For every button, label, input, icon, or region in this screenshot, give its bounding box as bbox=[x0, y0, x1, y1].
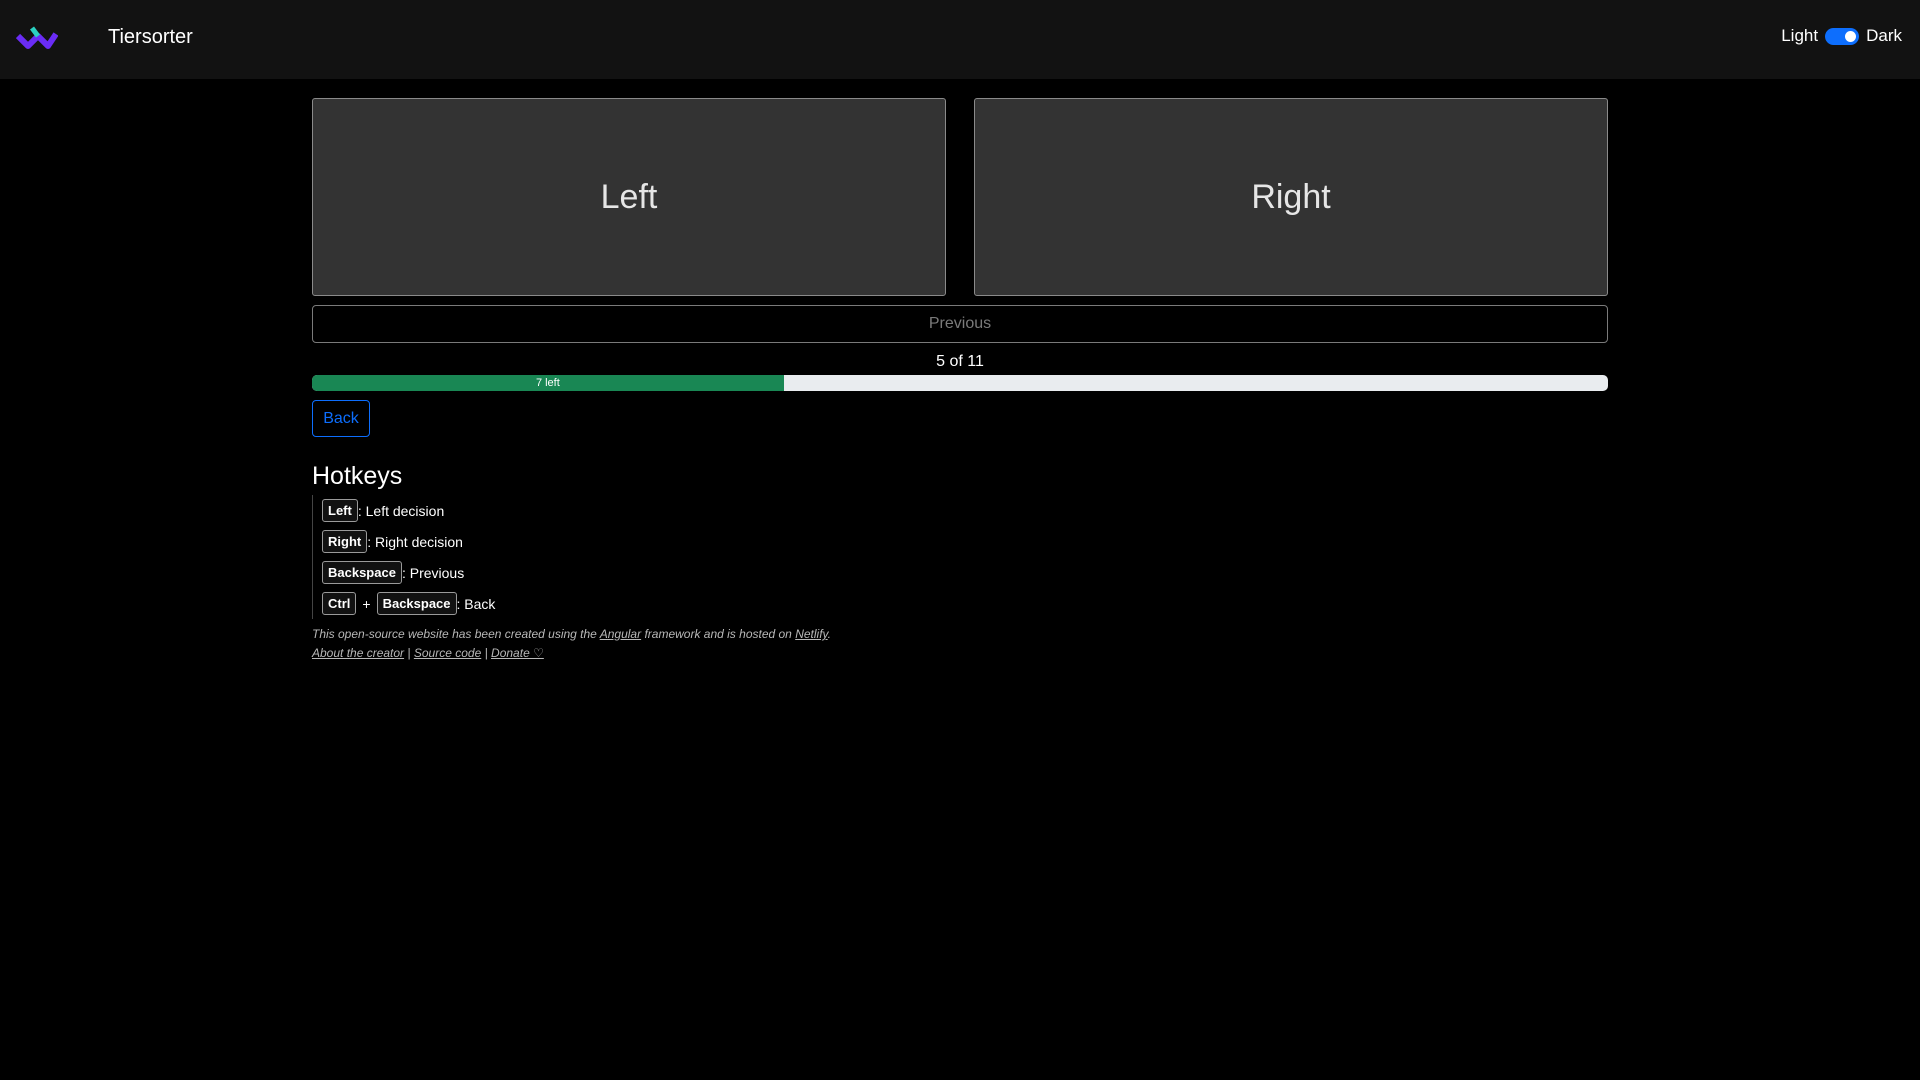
footer-separator: | bbox=[481, 646, 492, 660]
footer-credits: This open-source website has been create… bbox=[312, 625, 1608, 644]
tiersorter-logo-icon[interactable] bbox=[16, 22, 58, 56]
dark-mode-toggle[interactable] bbox=[1825, 27, 1860, 45]
footer-links: About the creator | Source code | Donate… bbox=[312, 644, 1608, 663]
progress-bar: 7 left bbox=[312, 375, 1608, 391]
hotkey-key: Ctrl bbox=[322, 592, 357, 615]
main-container: Left Right Previous 5 of 11 7 left Back … bbox=[312, 98, 1608, 663]
hotkeys-list: Left : Left decision Right : Right decis… bbox=[312, 495, 1608, 619]
hotkey-row: Backspace : Previous bbox=[322, 557, 1608, 588]
theme-switch: Light Dark bbox=[1781, 26, 1902, 46]
left-choice-button[interactable]: Left bbox=[312, 98, 946, 296]
about-creator-link[interactable]: About the creator bbox=[312, 646, 404, 660]
theme-dark-label: Dark bbox=[1866, 26, 1902, 45]
hotkey-desc: : Previous bbox=[401, 564, 465, 581]
footer-text: This open-source website has been create… bbox=[312, 627, 600, 641]
netlify-link[interactable]: Netlify bbox=[795, 627, 827, 641]
toggle-knob bbox=[1845, 30, 1857, 42]
hotkey-key: Backspace bbox=[322, 561, 402, 584]
navbar: Tiersorter Light Dark bbox=[0, 0, 1920, 79]
progress-fill: 7 left bbox=[312, 375, 784, 391]
hotkey-row: Right : Right decision bbox=[322, 526, 1608, 557]
footer: This open-source website has been create… bbox=[312, 625, 1608, 663]
source-code-link[interactable]: Source code bbox=[414, 646, 481, 660]
donate-link[interactable]: Donate ♡ bbox=[491, 646, 544, 660]
comparison-choices: Left Right bbox=[312, 98, 1608, 296]
hotkey-key: Right bbox=[322, 530, 368, 553]
back-button[interactable]: Back bbox=[312, 400, 370, 437]
angular-link[interactable]: Angular bbox=[600, 627, 641, 641]
previous-button[interactable]: Previous bbox=[312, 305, 1608, 343]
hotkey-row: Left : Left decision bbox=[322, 495, 1608, 526]
hotkey-plus: + bbox=[362, 595, 371, 612]
progress-count: 5 of 11 bbox=[936, 353, 984, 370]
hotkey-row: Ctrl + Backspace : Back bbox=[322, 588, 1608, 619]
hotkey-desc: : Right decision bbox=[367, 533, 463, 550]
hotkeys-heading: Hotkeys bbox=[312, 462, 403, 490]
hotkey-key: Left bbox=[322, 499, 358, 522]
right-choice-button[interactable]: Right bbox=[974, 98, 1608, 296]
theme-light-label: Light bbox=[1781, 26, 1819, 45]
hotkey-desc: : Left decision bbox=[357, 502, 445, 519]
footer-text: . bbox=[827, 627, 831, 641]
hotkey-desc: : Back bbox=[456, 595, 496, 612]
brand-title[interactable]: Tiersorter bbox=[108, 26, 193, 49]
hotkey-key: Backspace bbox=[376, 592, 457, 615]
footer-separator: | bbox=[404, 646, 414, 660]
footer-text: framework and is hosted on bbox=[641, 627, 796, 641]
